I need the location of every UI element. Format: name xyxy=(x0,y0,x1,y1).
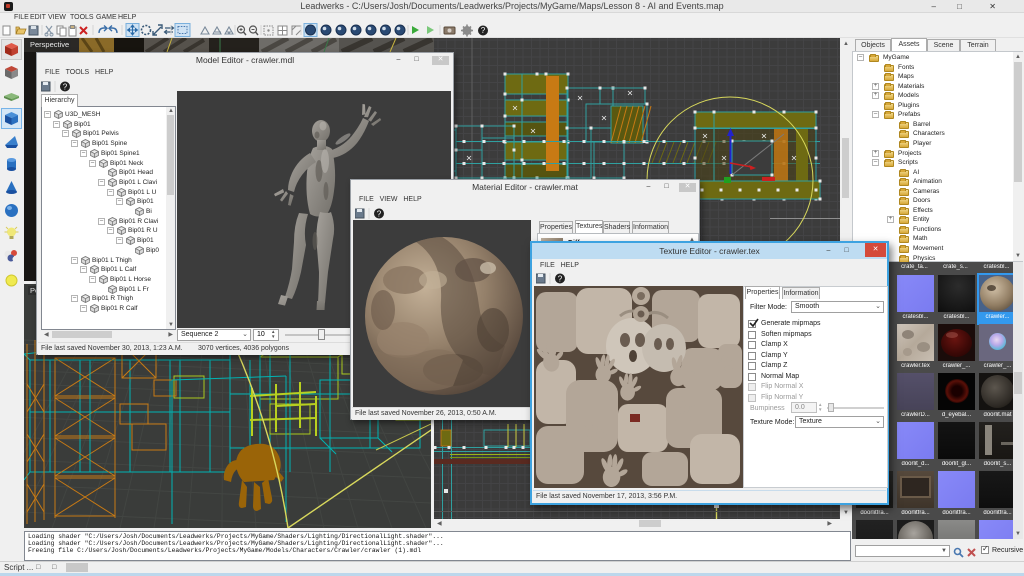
svg-text:?: ? xyxy=(377,210,382,219)
svg-text:?: ? xyxy=(481,26,486,35)
svg-text:?: ? xyxy=(558,275,563,284)
svg-text:?: ? xyxy=(63,83,68,92)
